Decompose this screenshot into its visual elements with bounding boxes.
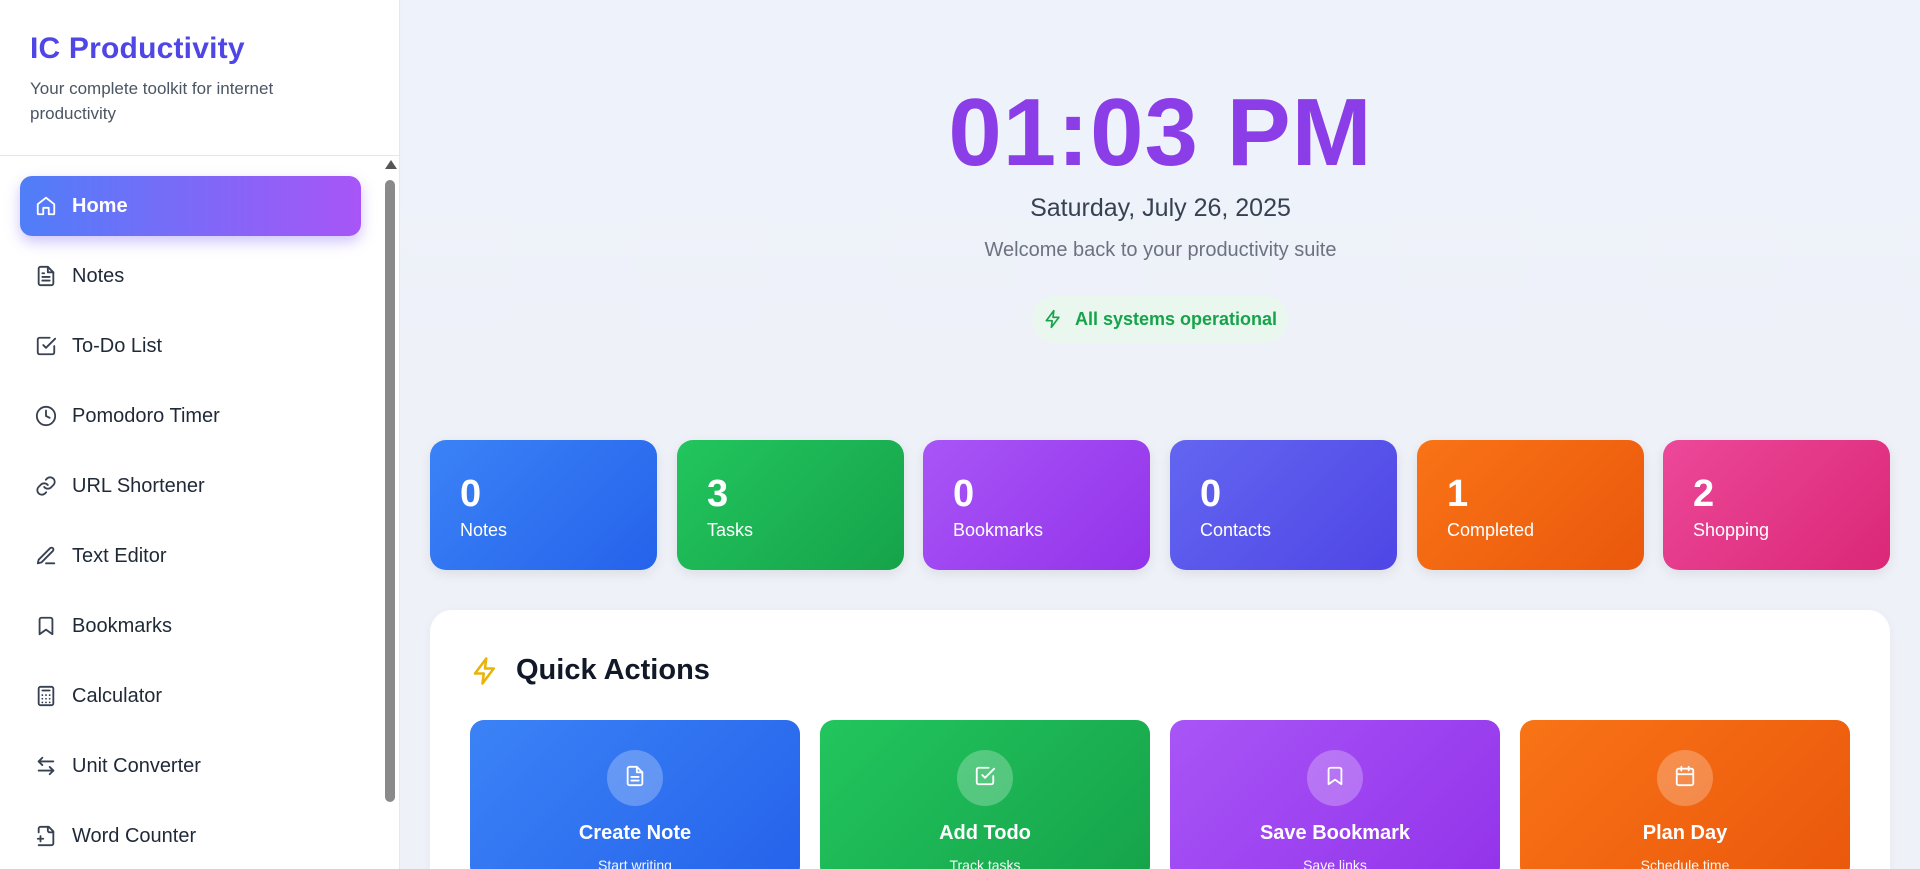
sidebar-item-notes[interactable]: Notes bbox=[20, 246, 361, 306]
status-badge: All systems operational bbox=[1032, 295, 1288, 343]
sidebar-item-unit-converter[interactable]: Unit Converter bbox=[20, 736, 361, 796]
checkbox-icon bbox=[34, 334, 58, 358]
stat-label: Tasks bbox=[707, 520, 754, 540]
stats-row: 0 Notes 3 Tasks 0 Bookmarks 0 Contacts 1… bbox=[430, 440, 1890, 570]
bookmark-icon bbox=[34, 614, 58, 638]
quick-actions-card: Quick Actions Create Note Start writing … bbox=[430, 610, 1890, 869]
checkbox-icon bbox=[974, 765, 996, 792]
sidebar-item-label: Calculator bbox=[72, 684, 163, 707]
app-title: IC Productivity bbox=[30, 32, 245, 65]
stat-label: Shopping bbox=[1693, 520, 1770, 540]
stat-card-shopping[interactable]: 2 Shopping bbox=[1663, 440, 1890, 570]
quick-actions-title: Quick Actions bbox=[516, 654, 710, 686]
sidebar-item-label: Notes bbox=[72, 264, 125, 287]
quick-action-subtitle: Save links bbox=[1303, 857, 1367, 869]
sidebar-item-word-counter[interactable]: Word Counter bbox=[20, 806, 361, 866]
document-icon bbox=[34, 264, 58, 288]
plan-day-icon-circle bbox=[1657, 750, 1713, 806]
brand: IC Productivity Your complete toolkit fo… bbox=[0, 0, 399, 156]
stat-label: Completed bbox=[1447, 520, 1535, 540]
home-icon bbox=[34, 194, 58, 218]
bookmark-icon bbox=[1324, 765, 1346, 792]
stat-value: 1 bbox=[1447, 473, 1469, 515]
clock-icon bbox=[34, 404, 58, 428]
document-icon bbox=[624, 765, 646, 792]
stat-card-bookmarks[interactable]: 0 Bookmarks bbox=[923, 440, 1150, 570]
arrows-exchange-icon bbox=[34, 754, 58, 778]
lightning-icon bbox=[470, 656, 500, 686]
sidebar-nav: Home Notes To-Do List Pomodoro Timer URL… bbox=[20, 176, 361, 869]
scroll-thumb[interactable] bbox=[385, 180, 395, 802]
quick-action-subtitle: Track tasks bbox=[949, 857, 1021, 869]
stat-value: 0 bbox=[460, 473, 482, 515]
calendar-icon bbox=[1674, 765, 1696, 792]
stat-card-tasks[interactable]: 3 Tasks bbox=[677, 440, 904, 570]
sidebar-item-label: Pomodoro Timer bbox=[72, 404, 220, 427]
link-icon bbox=[34, 474, 58, 498]
sidebar-item-label: URL Shortener bbox=[72, 474, 205, 497]
quick-action-subtitle: Schedule time bbox=[1640, 857, 1730, 869]
save-bookmark-button[interactable]: Save Bookmark Save links bbox=[1170, 720, 1500, 869]
sidebar-scrollbar[interactable] bbox=[383, 160, 397, 869]
main-content: 01:03 PM Saturday, July 26, 2025 Welcome… bbox=[401, 0, 1920, 869]
stat-value: 3 bbox=[707, 473, 729, 515]
sidebar-item-text-editor[interactable]: Text Editor bbox=[20, 526, 361, 586]
app-subtitle: Your complete toolkit for internet produ… bbox=[30, 79, 274, 123]
scroll-up-arrow-icon[interactable] bbox=[385, 160, 397, 169]
hero-section: 01:03 PM Saturday, July 26, 2025 Welcome… bbox=[401, 0, 1920, 400]
stat-card-completed[interactable]: 1 Completed bbox=[1417, 440, 1644, 570]
stat-value: 2 bbox=[1693, 473, 1715, 515]
sidebar-item-url-shortener[interactable]: URL Shortener bbox=[20, 456, 361, 516]
sidebar-item-label: Home bbox=[72, 194, 128, 217]
quick-actions-header: Quick Actions bbox=[470, 654, 710, 687]
add-todo-button[interactable]: Add Todo Track tasks bbox=[820, 720, 1150, 869]
create-note-icon-circle bbox=[607, 750, 663, 806]
quick-action-label: Plan Day bbox=[1642, 822, 1728, 844]
stat-label: Bookmarks bbox=[953, 520, 1044, 540]
calculator-icon bbox=[34, 684, 58, 708]
sidebar-item-todo[interactable]: To-Do List bbox=[20, 316, 361, 376]
file-count-icon bbox=[34, 824, 58, 848]
lightning-icon bbox=[1043, 309, 1063, 329]
stat-card-contacts[interactable]: 0 Contacts bbox=[1170, 440, 1397, 570]
stat-value: 0 bbox=[953, 473, 975, 515]
sidebar: IC Productivity Your complete toolkit fo… bbox=[0, 0, 400, 869]
quick-action-label: Create Note bbox=[578, 822, 692, 844]
sidebar-item-bookmarks[interactable]: Bookmarks bbox=[20, 596, 361, 656]
save-bookmark-icon-circle bbox=[1307, 750, 1363, 806]
quick-action-label: Save Bookmark bbox=[1259, 822, 1411, 844]
welcome-message: Welcome back to your productivity suite bbox=[984, 239, 1337, 261]
stat-value: 0 bbox=[1200, 473, 1222, 515]
clock-display: 01:03 PM bbox=[948, 79, 1373, 186]
status-text: All systems operational bbox=[1074, 308, 1278, 329]
sidebar-item-label: To-Do List bbox=[72, 334, 163, 357]
stat-label: Contacts bbox=[1200, 520, 1272, 540]
quick-action-label: Add Todo bbox=[939, 822, 1031, 844]
sidebar-item-label: Unit Converter bbox=[72, 754, 201, 777]
stat-label: Notes bbox=[460, 520, 508, 540]
sidebar-item-calculator[interactable]: Calculator bbox=[20, 666, 361, 726]
sidebar-item-label: Text Editor bbox=[72, 544, 167, 567]
add-todo-icon-circle bbox=[957, 750, 1013, 806]
sidebar-item-pomodoro[interactable]: Pomodoro Timer bbox=[20, 386, 361, 446]
sidebar-item-label: Bookmarks bbox=[72, 614, 173, 637]
pen-icon bbox=[34, 544, 58, 568]
date-display: Saturday, July 26, 2025 bbox=[1030, 194, 1291, 222]
sidebar-item-home[interactable]: Home bbox=[20, 176, 361, 236]
quick-action-subtitle: Start writing bbox=[598, 857, 672, 869]
sidebar-item-label: Word Counter bbox=[72, 824, 197, 847]
create-note-button[interactable]: Create Note Start writing bbox=[470, 720, 800, 869]
stat-card-notes[interactable]: 0 Notes bbox=[430, 440, 657, 570]
plan-day-button[interactable]: Plan Day Schedule time bbox=[1520, 720, 1850, 869]
